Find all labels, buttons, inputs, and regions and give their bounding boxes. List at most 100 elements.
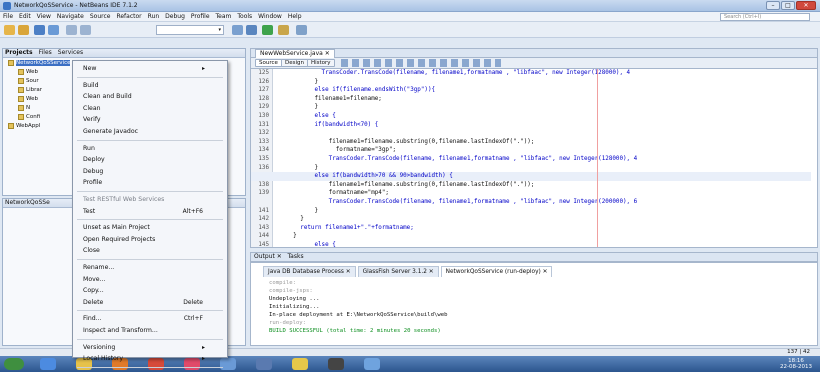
- output-tab[interactable]: GlassFish Server 3.1.2 ✕: [357, 266, 439, 277]
- context-item-new[interactable]: New ▸: [73, 63, 227, 74]
- code-line: 133 filename1=filename.substring(0,filen…: [251, 138, 811, 147]
- folder-icon: [18, 104, 24, 111]
- menu-item-run[interactable]: Run: [145, 12, 163, 21]
- context-item-run[interactable]: Run: [73, 143, 227, 154]
- context-item-clean-and-build[interactable]: Clean and Build: [73, 91, 227, 102]
- app5-icon[interactable]: [364, 358, 380, 370]
- code-text: TransCoder.TransCode(filename, filename1…: [279, 156, 638, 162]
- code-line: 134 formatname="3gp";: [251, 146, 811, 155]
- context-item-unset-as-main-project[interactable]: Unset as Main Project: [73, 222, 227, 233]
- margin-line: [597, 69, 598, 247]
- menu-item-edit[interactable]: Edit: [16, 12, 34, 21]
- tree-node-label: N: [26, 105, 31, 111]
- folder-icon: [18, 95, 24, 102]
- app2-icon[interactable]: [256, 358, 272, 370]
- context-item-label: Delete: [83, 298, 104, 306]
- new-file-icon[interactable]: [18, 25, 29, 35]
- menu-item-refactor[interactable]: Refactor: [113, 12, 144, 21]
- search-input[interactable]: Search (Ctrl+I): [720, 13, 810, 21]
- app3-icon[interactable]: [292, 358, 308, 370]
- code-line: else if(bandwidth>70 && 90>bandwidth) {: [251, 172, 811, 181]
- line-number: 142: [258, 216, 269, 223]
- output-tab[interactable]: Java DB Database Process ✕: [263, 266, 356, 277]
- menu-item-file[interactable]: File: [0, 12, 16, 21]
- code-text: filename1=filename.substring(0,filename.…: [279, 181, 535, 188]
- line-number: 130: [258, 113, 269, 119]
- shortcut-label: Delete: [183, 298, 203, 306]
- code-line: 127 else if(filename.endsWith("3gp")){: [251, 86, 811, 95]
- menu-separator: [77, 338, 223, 340]
- output-title[interactable]: Output: [254, 253, 275, 260]
- editor-tool-icons[interactable]: [341, 59, 501, 67]
- close-button[interactable]: ✕: [796, 1, 816, 10]
- panel-tab-files[interactable]: Files: [39, 49, 52, 56]
- context-item-label: Clean: [83, 104, 101, 112]
- context-item-open-required-projects[interactable]: Open Required Projects: [73, 234, 227, 245]
- panel-tab-services[interactable]: Services: [58, 49, 83, 56]
- menu-item-help[interactable]: Help: [285, 12, 305, 21]
- clean-build-icon[interactable]: [246, 25, 257, 35]
- tree-node-label: NetworkQoSService: [16, 60, 71, 66]
- build-icon[interactable]: [232, 25, 243, 35]
- panel-tab-projects[interactable]: Projects: [5, 49, 33, 56]
- minimize-button[interactable]: –: [766, 1, 780, 10]
- context-item-rename[interactable]: Rename...: [73, 262, 227, 273]
- menu-item-debug[interactable]: Debug: [162, 12, 188, 21]
- new-project-icon[interactable]: [4, 25, 15, 35]
- code-editor[interactable]: 125 TransCoder.TransCode(filename, filen…: [250, 68, 818, 248]
- redo-icon[interactable]: [80, 25, 91, 35]
- code-text: }: [279, 164, 319, 171]
- debug-icon[interactable]: [278, 25, 289, 35]
- context-item-copy[interactable]: Copy...: [73, 285, 227, 296]
- profile-icon[interactable]: [296, 25, 307, 35]
- menu-item-navigate[interactable]: Navigate: [54, 12, 87, 21]
- clock[interactable]: 18:16 22-08-2013: [780, 358, 812, 370]
- folder-icon: [18, 68, 24, 75]
- history-tab[interactable]: History: [307, 59, 335, 67]
- folder-icon: [8, 122, 14, 129]
- source-tab[interactable]: Source: [255, 59, 282, 67]
- menu-bar: File Edit View Navigate Source Refactor Run Deb…: [0, 12, 820, 22]
- menu-item-tools[interactable]: Tools: [234, 12, 255, 21]
- run-icon[interactable]: [262, 25, 273, 35]
- undo-icon[interactable]: [66, 25, 77, 35]
- context-item-move[interactable]: Move...: [73, 274, 227, 285]
- app4-icon[interactable]: [328, 358, 344, 370]
- menu-item-profile[interactable]: Profile: [188, 12, 213, 21]
- context-item-local-history[interactable]: Local History ▸: [73, 353, 227, 364]
- context-item-test-restful-web-services[interactable]: Test RESTful Web Services: [73, 194, 227, 205]
- context-item-versioning[interactable]: Versioning ▸: [73, 342, 227, 353]
- context-item-deploy[interactable]: Deploy: [73, 154, 227, 165]
- save-all-icon[interactable]: [48, 25, 59, 35]
- tasks-tab[interactable]: Tasks: [288, 253, 304, 260]
- context-item-label: Test RESTful Web Services: [83, 196, 165, 203]
- context-item-clean[interactable]: Clean: [73, 103, 227, 114]
- code-line: 125 TransCoder.TransCode(filename, filen…: [251, 69, 811, 78]
- context-item-close[interactable]: Close: [73, 245, 227, 256]
- menu-separator: [77, 139, 223, 141]
- context-item-label: Versioning: [83, 343, 116, 351]
- context-item-verify[interactable]: Verify: [73, 114, 227, 125]
- menu-item-window[interactable]: Window: [255, 12, 285, 21]
- design-tab[interactable]: Design: [281, 59, 308, 67]
- menu-item-team[interactable]: Team: [213, 12, 235, 21]
- context-item-test[interactable]: Test Alt+F6: [73, 206, 227, 217]
- menu-item-source[interactable]: Source: [87, 12, 114, 21]
- code-text: }: [279, 216, 304, 223]
- ie-icon[interactable]: [40, 358, 56, 370]
- output-tab[interactable]: NetworkQoSService (run-deploy) ✕: [440, 266, 553, 277]
- context-item-build[interactable]: Build: [73, 80, 227, 91]
- context-item-profile[interactable]: Profile: [73, 177, 227, 188]
- context-item-generate-javadoc[interactable]: Generate Javadoc: [73, 126, 227, 137]
- open-project-icon[interactable]: [34, 25, 45, 35]
- context-item-find[interactable]: Find... Ctrl+F: [73, 313, 227, 324]
- context-item-debug[interactable]: Debug: [73, 166, 227, 177]
- maximize-button[interactable]: □: [781, 1, 795, 10]
- config-select[interactable]: ▾: [156, 25, 224, 35]
- context-item-label: Test: [83, 207, 96, 215]
- start-button-icon[interactable]: [4, 358, 24, 370]
- context-item-inspect-and-transform[interactable]: Inspect and Transform...: [73, 325, 227, 336]
- context-item-delete[interactable]: Delete Delete: [73, 297, 227, 308]
- menu-item-view[interactable]: View: [34, 12, 54, 21]
- context-item-label: Run: [83, 144, 95, 152]
